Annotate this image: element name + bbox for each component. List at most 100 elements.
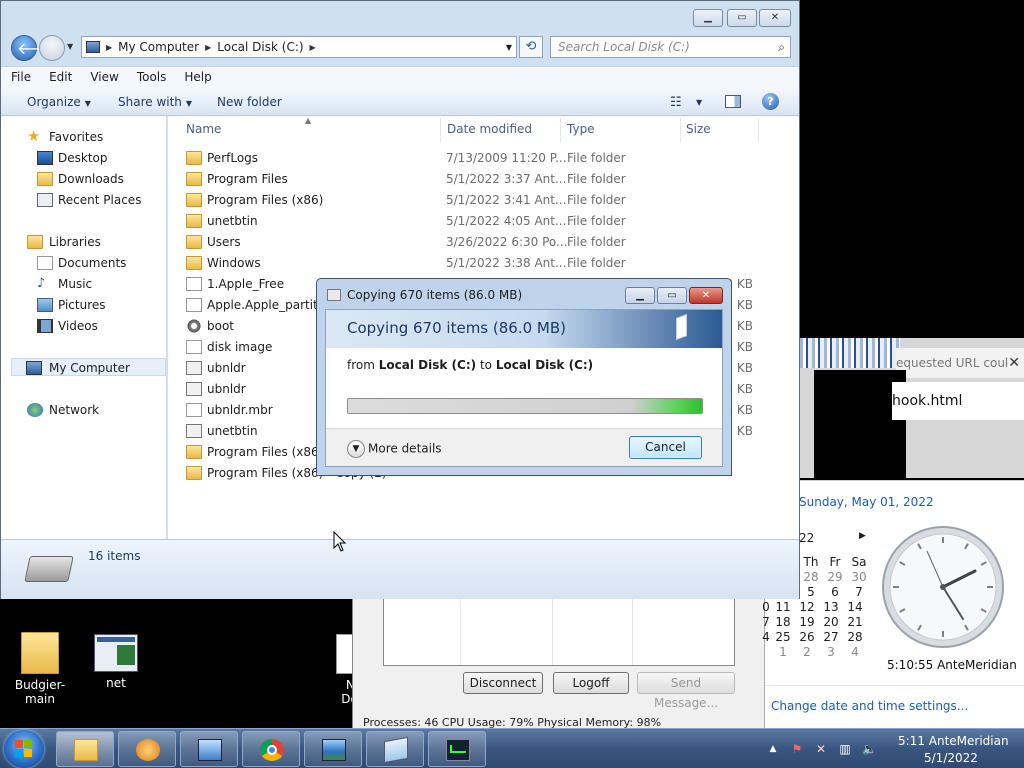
taskbar-picture-viewer[interactable] bbox=[304, 731, 362, 767]
calendar-day[interactable]: 4 bbox=[761, 630, 771, 645]
search-input[interactable]: Search Local Disk (C:) ⌕ bbox=[550, 36, 791, 58]
taskbar-explorer[interactable] bbox=[56, 731, 114, 767]
change-view-button[interactable]: ☷ bbox=[670, 95, 682, 110]
browser-address-text[interactable]: hook.html bbox=[892, 382, 1024, 420]
change-date-time-link[interactable]: Change date and time settings... bbox=[771, 699, 968, 713]
new-folder-button[interactable]: New folder bbox=[217, 95, 282, 109]
tray-date[interactable]: 5/1/2022 bbox=[924, 751, 978, 765]
file-name: Program Files bbox=[207, 172, 288, 186]
menu-tools[interactable]: Tools bbox=[127, 67, 175, 88]
search-icon[interactable]: ⌕ bbox=[778, 37, 785, 57]
breadcrumb-separator-icon[interactable]: ▶ bbox=[205, 43, 211, 52]
breadcrumb-separator-icon[interactable]: ▶ bbox=[106, 43, 112, 52]
calendar-day[interactable]: 25 bbox=[771, 630, 795, 645]
calendar-day[interactable]: 20 bbox=[819, 615, 843, 630]
calendar-day[interactable]: 7 bbox=[761, 615, 771, 630]
forward-button[interactable] bbox=[39, 35, 65, 61]
calendar-day[interactable]: 2 bbox=[795, 645, 819, 660]
calendar-day[interactable]: 28 bbox=[799, 570, 823, 585]
calendar-day[interactable]: 19 bbox=[795, 615, 819, 630]
chrome-icon bbox=[260, 739, 284, 761]
help-icon[interactable]: ? bbox=[762, 93, 779, 110]
calendar-day[interactable]: 14 bbox=[843, 600, 867, 615]
close-button[interactable]: ✕ bbox=[759, 9, 791, 27]
calendar-day[interactable]: 1 bbox=[771, 645, 795, 660]
desktop-icon-budgier-main[interactable]: Budgier-main bbox=[0, 632, 80, 706]
recent-pages-dropdown-icon[interactable]: ▼ bbox=[67, 42, 73, 51]
back-button[interactable]: 🡐 bbox=[11, 35, 60, 61]
breadcrumb-local-disk[interactable]: Local Disk (C:) bbox=[217, 40, 303, 54]
column-header-type[interactable]: Type bbox=[567, 122, 595, 138]
calendar-day[interactable]: 6 bbox=[823, 585, 847, 600]
calendar-day[interactable]: 11 bbox=[771, 600, 795, 615]
preview-pane-button[interactable] bbox=[725, 95, 741, 108]
column-header-name[interactable]: Name bbox=[186, 122, 221, 138]
recent-places-icon bbox=[37, 193, 53, 207]
send-message-button[interactable]: Send Message... bbox=[637, 672, 735, 710]
dialog-title-bar[interactable]: Copying 670 items (86.0 MB) ▁ ▭ ✕ bbox=[317, 279, 731, 309]
column-header-size[interactable]: Size bbox=[686, 122, 711, 138]
full-date-link[interactable]: Sunday, May 01, 2022 bbox=[799, 495, 934, 509]
calendar-day[interactable]: 0 bbox=[761, 600, 771, 615]
column-header-date-modified[interactable]: Date modified bbox=[447, 122, 532, 138]
more-details-toggle[interactable]: ▼ More details bbox=[347, 440, 442, 458]
organize-button[interactable]: Organize ▼ bbox=[27, 95, 91, 109]
share-with-button[interactable]: Share with ▼ bbox=[118, 95, 192, 109]
view-options-dropdown-icon[interactable]: ▼ bbox=[696, 98, 702, 107]
menu-edit[interactable]: Edit bbox=[39, 67, 80, 88]
disconnect-button[interactable]: Disconnect bbox=[463, 672, 543, 694]
network-icon[interactable]: ▥ bbox=[838, 742, 852, 756]
taskbar-task-manager[interactable] bbox=[428, 731, 486, 767]
calendar-day[interactable]: 30 bbox=[847, 570, 871, 585]
desktop-icon-net[interactable]: net bbox=[76, 634, 156, 690]
menu-help[interactable]: Help bbox=[174, 67, 219, 88]
calendar-day[interactable]: 13 bbox=[819, 600, 843, 615]
dialog-body: Copying 670 items (86.0 MB) from Local D… bbox=[325, 309, 723, 467]
gear-file-icon bbox=[186, 319, 202, 333]
taskbar-notepad[interactable] bbox=[366, 731, 424, 767]
taskbar-control-panel[interactable] bbox=[180, 731, 238, 767]
calendar-day[interactable]: 5 bbox=[799, 585, 823, 600]
address-bar[interactable]: ▶ My Computer ▶ Local Disk (C:) ▶ ▼ bbox=[81, 36, 517, 58]
file-type: File folder bbox=[567, 193, 626, 207]
minimize-button[interactable]: ▁ bbox=[625, 287, 655, 304]
breadcrumb-separator-icon[interactable]: ▶ bbox=[310, 43, 316, 52]
calendar-day[interactable]: 4 bbox=[843, 645, 867, 660]
cancel-button[interactable]: Cancel bbox=[629, 436, 702, 459]
calendar-day[interactable]: 21 bbox=[843, 615, 867, 630]
nav-my-computer[interactable]: My Computer bbox=[11, 358, 166, 376]
browser-window: equested URL coul ✕ hook.html bbox=[800, 338, 1024, 478]
refresh-button[interactable]: ⟲ bbox=[519, 36, 543, 58]
taskbar-chrome[interactable] bbox=[242, 731, 300, 767]
address-dropdown-icon[interactable]: ▼ bbox=[506, 43, 512, 52]
calendar-day[interactable]: 27 bbox=[819, 630, 843, 645]
show-hidden-icons-icon[interactable]: ▲ bbox=[766, 742, 780, 756]
calendar-day[interactable]: 28 bbox=[843, 630, 867, 645]
nav-label: Music bbox=[58, 277, 93, 291]
calendar-day[interactable]: 7 bbox=[847, 585, 871, 600]
file-type: File folder bbox=[567, 151, 626, 165]
calendar-day[interactable]: 12 bbox=[795, 600, 819, 615]
breadcrumb-my-computer[interactable]: My Computer bbox=[118, 40, 199, 54]
menu-view[interactable]: View bbox=[80, 67, 126, 88]
minimize-button[interactable]: ▁ bbox=[693, 9, 723, 27]
action-center-warning-icon[interactable]: ⚑ bbox=[790, 742, 804, 756]
calendar-day[interactable]: 18 bbox=[771, 615, 795, 630]
tray-time[interactable]: 5:11 AnteMeridian bbox=[898, 734, 1009, 748]
calendar-day[interactable]: 3 bbox=[819, 645, 843, 660]
volume-icon[interactable]: 🔈 bbox=[862, 742, 877, 756]
browser-tab[interactable]: equested URL coul ✕ bbox=[896, 348, 1024, 378]
menu-file[interactable]: File bbox=[1, 67, 39, 88]
next-month-arrow-icon[interactable]: ▶ bbox=[859, 531, 866, 541]
network-warning-icon[interactable]: ✕ bbox=[814, 742, 828, 756]
maximize-button[interactable]: ▭ bbox=[657, 287, 687, 304]
close-button[interactable]: ✕ bbox=[689, 287, 723, 304]
taskbar-media-player[interactable] bbox=[118, 731, 176, 767]
calendar-day[interactable]: 26 bbox=[795, 630, 819, 645]
maximize-button[interactable]: ▭ bbox=[727, 9, 757, 27]
logoff-button[interactable]: Logoff bbox=[553, 672, 629, 694]
start-button[interactable] bbox=[4, 730, 44, 768]
calendar-day[interactable]: 29 bbox=[823, 570, 847, 585]
file-name: unetbtin bbox=[207, 214, 258, 228]
close-tab-icon[interactable]: ✕ bbox=[1008, 348, 1020, 378]
